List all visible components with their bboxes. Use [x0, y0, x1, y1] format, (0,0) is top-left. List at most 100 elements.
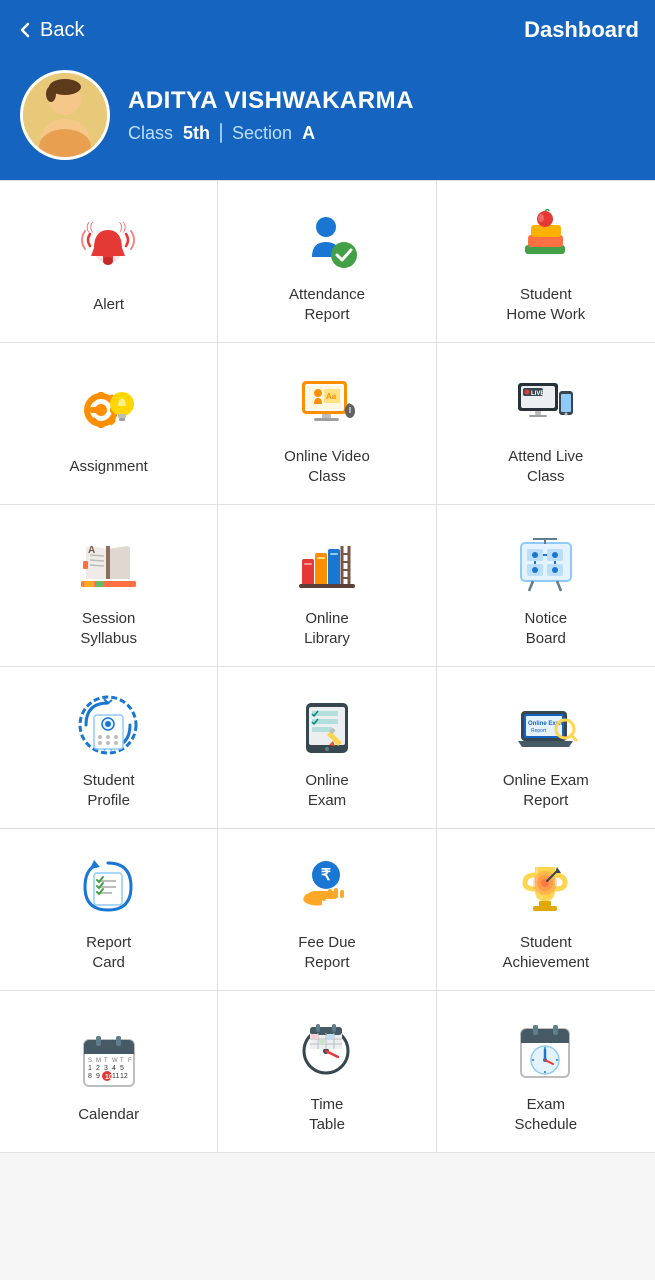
grid-item-homework[interactable]: StudentHome Work	[437, 181, 655, 343]
exam-schedule-icon	[513, 1017, 578, 1082]
report-card-label: ReportCard	[86, 933, 131, 972]
library-icon-wrap	[291, 527, 363, 599]
student-profile-icon	[76, 693, 141, 758]
notice-label: NoticeBoard	[525, 609, 568, 648]
class-label: Class	[128, 123, 173, 144]
assignment-label: Assignment	[69, 457, 147, 477]
calendar-icon: S M T W T F 1 2 3 4 5 8 9	[76, 1026, 141, 1091]
achievement-icon-wrap	[510, 851, 582, 923]
exam-report-icon-wrap: Online Exam Report	[510, 689, 582, 761]
menu-grid: (( )) Alert	[0, 180, 655, 1153]
avatar-image	[20, 70, 110, 157]
timetable-icon	[294, 1017, 359, 1082]
svg-text:)): ))	[119, 221, 126, 233]
live-class-icon: LIVE	[513, 369, 578, 434]
syllabus-icon: A	[76, 531, 141, 596]
svg-text:12: 12	[120, 1073, 128, 1080]
svg-text:₹: ₹	[321, 867, 331, 884]
grid-item-alert[interactable]: (( )) Alert	[0, 181, 218, 343]
class-value: 5th	[183, 123, 210, 144]
grid-item-assignment[interactable]: Assignment	[0, 343, 218, 505]
grid-item-achievement[interactable]: StudentAchievement	[437, 829, 655, 991]
grid-item-library[interactable]: OnlineLibrary	[218, 505, 436, 667]
attendance-icon-wrap	[291, 203, 363, 275]
fee-label: Fee DueReport	[298, 933, 356, 972]
grid-item-exam-report[interactable]: Online Exam Report Online ExamReport	[437, 667, 655, 829]
grid-item-timetable[interactable]: TimeTable	[218, 991, 436, 1153]
section-value: A	[302, 123, 315, 144]
avatar	[20, 70, 110, 160]
svg-text:T: T	[104, 1058, 108, 1064]
grid-container: (( )) Alert	[0, 180, 655, 1153]
exam-schedule-label: ExamSchedule	[515, 1095, 578, 1134]
timetable-label: TimeTable	[309, 1095, 345, 1134]
notice-icon	[513, 531, 578, 596]
video-class-icon-wrap: Aa	[291, 365, 363, 437]
svg-text:T: T	[120, 1058, 124, 1064]
profile-section: ADITYA VISHWAKARMA Class 5th Section A	[0, 60, 655, 180]
exam-icon-wrap	[291, 689, 363, 761]
profile-label: StudentProfile	[83, 771, 135, 810]
library-icon	[294, 531, 359, 596]
svg-text:4: 4	[112, 1065, 116, 1072]
svg-text:((: ((	[86, 221, 94, 233]
library-label: OnlineLibrary	[304, 609, 350, 648]
grid-item-fee[interactable]: ₹ Fee DueReport	[218, 829, 436, 991]
alert-label: Alert	[93, 295, 124, 315]
svg-text:11: 11	[112, 1073, 119, 1080]
homework-icon-wrap	[510, 203, 582, 275]
svg-text:Aa: Aa	[326, 392, 337, 401]
svg-text:9: 9	[96, 1073, 100, 1080]
homework-icon	[513, 207, 578, 272]
assignment-icon-wrap	[73, 375, 145, 447]
live-class-label: Attend LiveClass	[508, 447, 583, 486]
back-button[interactable]: Back	[16, 19, 84, 42]
grid-item-live-class[interactable]: LIVE Attend LiveClass	[437, 343, 655, 505]
alert-icon: (( ))	[76, 216, 141, 281]
grid-item-syllabus[interactable]: A SessionSyllabus	[0, 505, 218, 667]
grid-item-attendance-report[interactable]: AttendanceReport	[218, 181, 436, 343]
grid-item-report-card[interactable]: ReportCard	[0, 829, 218, 991]
achievement-icon	[513, 855, 578, 920]
svg-text:Report: Report	[531, 728, 547, 734]
back-icon	[16, 21, 34, 39]
calendar-label: Calendar	[78, 1105, 139, 1125]
svg-text:8: 8	[88, 1073, 92, 1080]
grid-item-video-class[interactable]: Aa Online VideoClass	[218, 343, 436, 505]
timetable-icon-wrap	[291, 1013, 363, 1085]
grid-item-calendar[interactable]: S M T W T F 1 2 3 4 5 8 9	[0, 991, 218, 1153]
profile-info: ADITYA VISHWAKARMA Class 5th Section A	[128, 87, 414, 144]
homework-label: StudentHome Work	[506, 285, 585, 324]
svg-text:3: 3	[104, 1065, 108, 1072]
svg-text:M: M	[96, 1058, 101, 1064]
profile-name: ADITYA VISHWAKARMA	[128, 87, 414, 115]
grid-item-notice[interactable]: NoticeBoard	[437, 505, 655, 667]
report-card-icon-wrap	[73, 851, 145, 923]
grid-item-profile[interactable]: StudentProfile	[0, 667, 218, 829]
attendance-icon	[294, 207, 359, 272]
video-class-label: Online VideoClass	[284, 447, 370, 486]
svg-text:A: A	[88, 545, 95, 556]
exam-report-icon: Online Exam Report	[513, 693, 578, 758]
calendar-icon-wrap: S M T W T F 1 2 3 4 5 8 9	[73, 1023, 145, 1095]
svg-text:W: W	[112, 1058, 118, 1064]
exam-label: OnlineExam	[305, 771, 348, 810]
exam-schedule-icon-wrap	[510, 1013, 582, 1085]
back-label: Back	[40, 19, 84, 42]
svg-text:F: F	[128, 1058, 132, 1064]
notice-icon-wrap	[510, 527, 582, 599]
report-card-icon	[76, 855, 141, 920]
profile-icon-wrap	[73, 689, 145, 761]
svg-text:5: 5	[120, 1065, 124, 1072]
profile-details: Class 5th Section A	[128, 123, 414, 144]
live-class-icon-wrap: LIVE	[510, 365, 582, 437]
alert-icon-wrap: (( ))	[73, 213, 145, 285]
syllabus-label: SessionSyllabus	[80, 609, 137, 648]
grid-item-exam-schedule[interactable]: ExamSchedule	[437, 991, 655, 1153]
assignment-icon	[76, 378, 141, 443]
grid-item-exam[interactable]: OnlineExam	[218, 667, 436, 829]
dashboard-title: Dashboard	[524, 17, 639, 43]
fee-icon: ₹	[294, 855, 359, 920]
online-exam-icon	[294, 693, 359, 758]
svg-text:1: 1	[88, 1065, 92, 1072]
